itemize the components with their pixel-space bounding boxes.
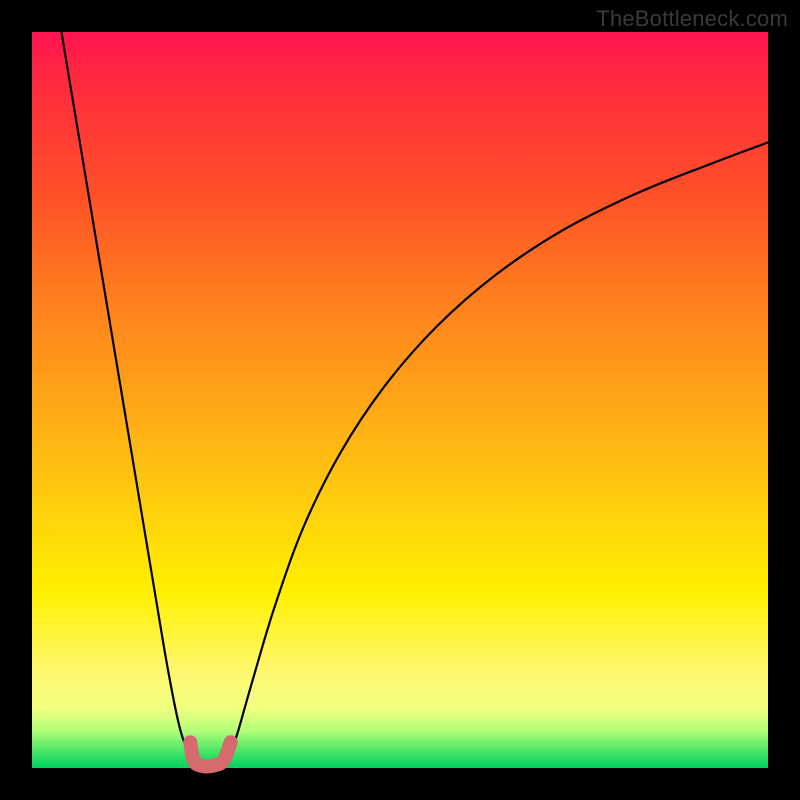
chart-frame: TheBottleneck.com <box>0 0 800 800</box>
valley-highlight <box>190 742 230 766</box>
plot-area <box>32 32 768 768</box>
right-branch-curve <box>231 142 768 753</box>
left-branch-curve <box>61 32 190 753</box>
curve-layer <box>32 32 768 768</box>
watermark-text: TheBottleneck.com <box>596 6 788 32</box>
